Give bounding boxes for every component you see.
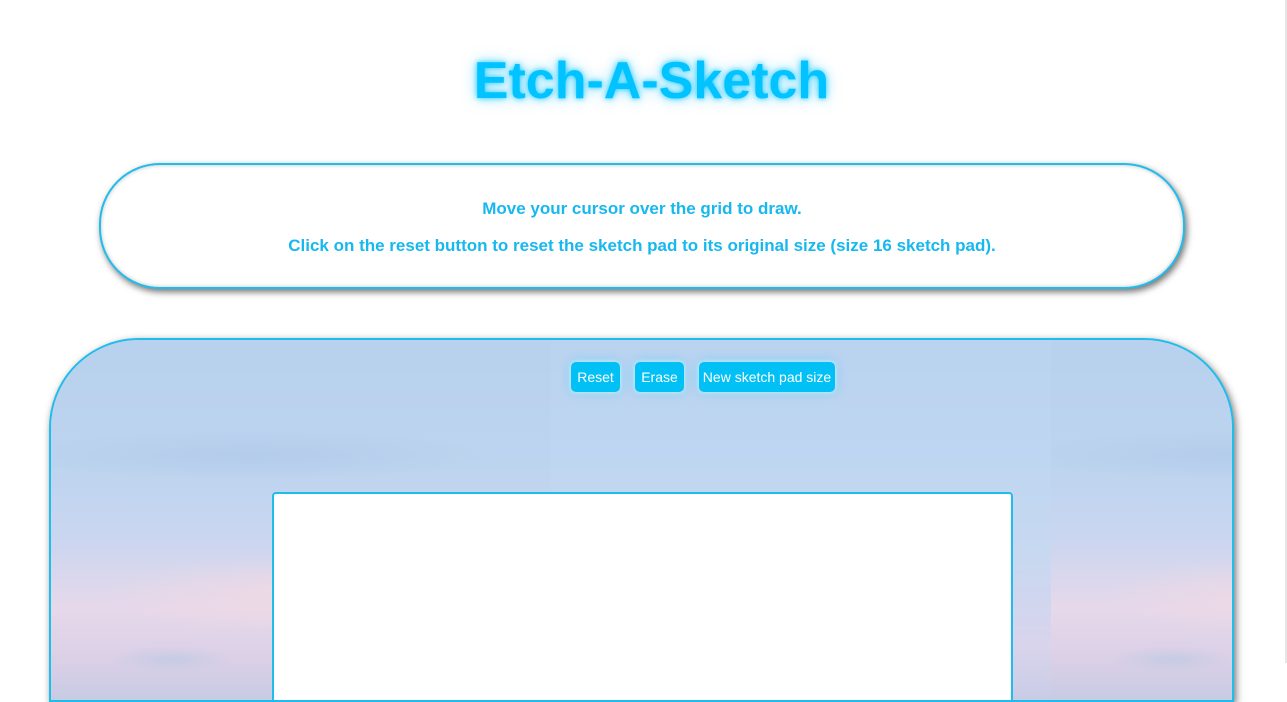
instruction-draw: Move your cursor over the grid to draw. xyxy=(482,199,802,218)
sky-background-image xyxy=(1051,340,1232,700)
page-title: Etch-A-Sketch xyxy=(473,52,830,110)
instructions-panel: Move your cursor over the grid to draw. … xyxy=(99,163,1185,289)
erase-button[interactable]: Erase xyxy=(635,362,684,392)
reset-button[interactable]: Reset xyxy=(571,362,620,392)
instruction-reset: Click on the reset button to reset the s… xyxy=(288,236,996,255)
sketch-pad-grid[interactable] xyxy=(272,492,1013,700)
new-sketch-pad-size-button[interactable]: New sketch pad size xyxy=(699,362,835,392)
sketch-panel: Reset Erase New sketch pad size xyxy=(49,338,1234,702)
controls-bar: Reset Erase New sketch pad size xyxy=(571,362,835,392)
